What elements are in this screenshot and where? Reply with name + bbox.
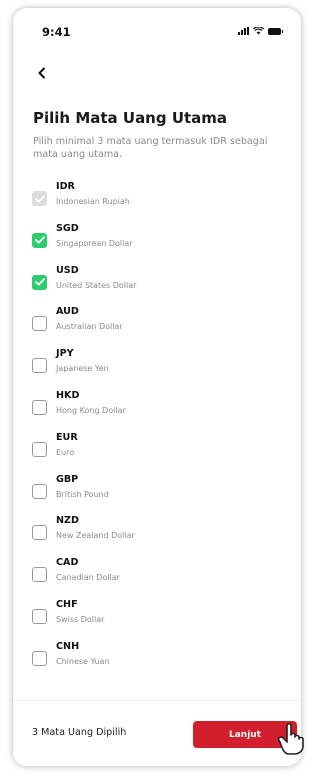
currency-name: Singaporean Dollar: [56, 238, 133, 248]
currency-name: Canadian Dollar: [56, 573, 120, 583]
currency-item-eur[interactable]: EUR Euro: [13, 429, 301, 471]
currency-code: SGD: [56, 222, 79, 234]
page-subtitle: Pilih minimal 3 mata uang termasuk IDR s…: [33, 136, 268, 160]
currency-item-aud[interactable]: AUD Australian Dollar: [13, 303, 301, 345]
currency-name: New Zealand Dollar: [56, 531, 135, 541]
chevron-left-icon: [38, 67, 45, 79]
checkbox[interactable]: [32, 608, 47, 624]
signal-icon: [238, 27, 249, 35]
currency-code: AUD: [56, 306, 79, 318]
currency-item-cad[interactable]: CAD Canadian Dollar: [13, 554, 301, 596]
back-button[interactable]: [32, 63, 52, 83]
currency-item-usd[interactable]: USD United States Dollar: [13, 262, 301, 304]
checkmark-icon: [34, 278, 45, 286]
checkbox[interactable]: [32, 483, 47, 499]
checkbox[interactable]: [32, 525, 47, 541]
status-bar: 9:41: [13, 8, 301, 48]
currency-name: Swiss Dollar: [56, 614, 105, 624]
checkmark-icon: [34, 236, 45, 244]
currency-code: HKD: [56, 389, 80, 401]
currency-item-nzd[interactable]: NZD New Zealand Dollar: [13, 512, 301, 554]
wifi-icon: [253, 27, 264, 35]
currency-name: British Pound: [56, 489, 109, 499]
bottom-bar: 3 Mata Uang Dipilih Lanjut: [13, 700, 301, 766]
checkbox[interactable]: [32, 567, 47, 583]
currency-code: CNH: [56, 640, 80, 652]
checkbox[interactable]: [32, 358, 47, 374]
checkbox[interactable]: [32, 316, 47, 332]
currency-name: Japanese Yen: [56, 364, 109, 374]
selected-count: 3 Mata Uang Dipilih: [32, 727, 127, 738]
page-title: Pilih Mata Uang Utama: [33, 109, 228, 127]
phone-screen: 9:41 Pilih Mata Uang Utama Pilih minimal…: [13, 8, 301, 766]
currency-name: Euro: [56, 447, 75, 457]
checkmark-icon: [34, 194, 45, 202]
checkbox[interactable]: [32, 441, 47, 457]
checkbox[interactable]: [32, 232, 47, 248]
currency-name: Indonesian Rupiah: [56, 197, 130, 206]
currency-name: Chinese Yuan: [56, 656, 110, 666]
currency-item-sgd[interactable]: SGD Singaporean Dollar: [13, 220, 301, 262]
currency-code: GBP: [56, 473, 79, 485]
status-time: 9:41: [42, 25, 71, 39]
currency-code: NZD: [56, 515, 79, 527]
currency-item-cnh[interactable]: CNH Chinese Yuan: [13, 638, 301, 680]
checkbox: [32, 191, 47, 206]
battery-icon: [268, 27, 283, 35]
checkbox[interactable]: [32, 274, 47, 290]
currency-code: CHF: [56, 598, 78, 610]
currency-code: IDR: [56, 181, 75, 192]
checkbox[interactable]: [32, 650, 47, 666]
currency-item-hkd[interactable]: HKD Hong Kong Dollar: [13, 387, 301, 429]
currency-item-gbp[interactable]: GBP British Pound: [13, 471, 301, 513]
hand-pointer-icon: [277, 722, 304, 755]
currency-code: JPY: [56, 348, 74, 360]
currency-list: IDR Indonesian Rupiah SGD Singaporean Dolla…: [13, 178, 301, 680]
currency-item-idr: IDR Indonesian Rupiah: [13, 178, 301, 220]
currency-name: Hong Kong Dollar: [56, 405, 126, 415]
currency-code: CAD: [56, 557, 79, 569]
currency-name: United States Dollar: [56, 280, 137, 290]
currency-name: Australian Dollar: [56, 322, 123, 332]
currency-item-chf[interactable]: CHF Swiss Dollar: [13, 596, 301, 638]
checkbox[interactable]: [32, 399, 47, 415]
currency-code: USD: [56, 264, 79, 276]
currency-code: EUR: [56, 431, 78, 443]
status-icons: [238, 27, 283, 35]
currency-item-jpy[interactable]: JPY Japanese Yen: [13, 345, 301, 387]
